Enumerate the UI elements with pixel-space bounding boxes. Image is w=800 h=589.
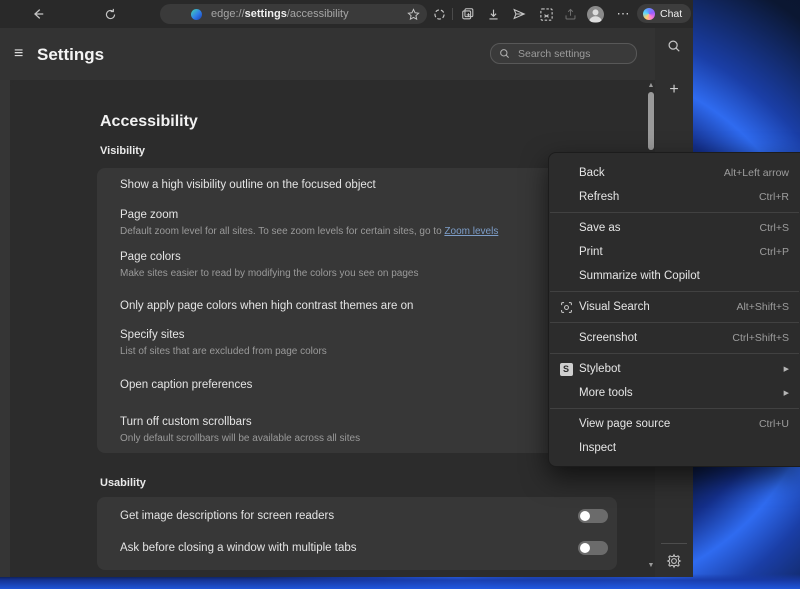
browser-essentials-button[interactable] <box>427 0 451 28</box>
downloads-button[interactable] <box>481 0 505 28</box>
send-button[interactable] <box>507 0 531 28</box>
setting-row-specify-sites[interactable]: Specify sites List of sites that are exc… <box>120 328 601 358</box>
more-icon: ⋯ <box>616 6 630 21</box>
menu-item-view-page-source[interactable]: View page source Ctrl+U <box>549 412 800 436</box>
section-heading-usability: Usability <box>100 477 146 489</box>
nav-edge-strip <box>0 80 10 577</box>
edge-logo-icon <box>191 8 202 20</box>
share-button[interactable] <box>558 0 582 28</box>
setting-row-custom-scrollbars[interactable]: Turn off custom scrollbars Only default … <box>120 415 601 445</box>
setting-row-page-zoom[interactable]: Page zoom Default zoom level for all sit… <box>120 208 601 238</box>
screen: edge://settings/accessibility ⋯ Chat ≡ S… <box>0 0 800 589</box>
menu-item-more-tools[interactable]: More tools ▶ <box>549 381 800 405</box>
menu-item-stylebot[interactable]: S Stylebot ▶ <box>549 357 800 381</box>
ask-before-closing-toggle[interactable] <box>578 541 608 555</box>
chat-label: Chat <box>660 7 683 20</box>
usability-card: Get image descriptions for screen reader… <box>97 497 617 570</box>
sidebar-add-button[interactable]: + <box>655 80 693 100</box>
collections-button[interactable] <box>456 0 480 28</box>
visibility-card: Show a high visibility outline on the fo… <box>97 168 617 453</box>
section-heading-visibility: Visibility <box>100 145 146 157</box>
sidebar-divider <box>661 543 687 544</box>
settings-and-more-button[interactable]: ⋯ <box>612 0 634 28</box>
submenu-arrow-icon: ▶ <box>783 390 789 397</box>
stylebot-icon: S <box>557 357 575 381</box>
settings-search-input[interactable] <box>516 46 628 61</box>
settings-header: ≡ Settings <box>0 28 655 80</box>
menu-item-summarize-with-copilot[interactable]: Summarize with Copilot <box>549 264 800 288</box>
refresh-icon <box>105 8 115 19</box>
person-icon <box>589 9 602 22</box>
menu-separator <box>550 408 799 409</box>
scrollbar-thumb[interactable] <box>648 92 654 150</box>
collections-icon <box>462 8 474 20</box>
menu-item-print[interactable]: Print Ctrl+P <box>549 240 800 264</box>
browser-essentials-icon <box>433 8 445 20</box>
menu-item-inspect[interactable]: Inspect <box>549 436 800 460</box>
toolbar-divider <box>452 8 453 20</box>
settings-search-box[interactable] <box>490 43 637 64</box>
menu-separator <box>550 291 799 292</box>
setting-row-image-descriptions[interactable]: Get image descriptions for screen reader… <box>120 509 601 523</box>
menu-item-refresh[interactable]: Refresh Ctrl+R <box>549 185 800 209</box>
profile-avatar[interactable] <box>587 6 604 23</box>
downloads-icon <box>488 9 498 20</box>
favorites-star-icon[interactable] <box>407 7 420 21</box>
menu-item-screenshot[interactable]: Screenshot Ctrl+Shift+S <box>549 326 800 350</box>
page-title: Accessibility <box>100 113 198 130</box>
menu-item-save-as[interactable]: Save as Ctrl+S <box>549 216 800 240</box>
back-button[interactable] <box>26 0 50 28</box>
setting-row-page-colors[interactable]: Page colors Make sites easier to read by… <box>120 250 601 280</box>
chat-button[interactable]: Chat <box>637 4 692 23</box>
menu-separator <box>550 212 799 213</box>
gear-icon <box>666 553 682 569</box>
sidebar-settings-button[interactable] <box>655 551 693 571</box>
setting-row-high-contrast-colors[interactable]: Only apply page colors when high contras… <box>120 299 601 313</box>
web-capture-button[interactable] <box>534 0 558 28</box>
send-icon <box>513 8 526 20</box>
hamburger-menu-button[interactable]: ≡ <box>14 44 23 64</box>
menu-item-back[interactable]: Back Alt+Left arrow <box>549 161 800 185</box>
address-bar[interactable]: edge://settings/accessibility <box>160 4 427 24</box>
back-arrow-icon <box>34 9 44 19</box>
browser-toolbar: edge://settings/accessibility ⋯ Chat <box>0 0 693 28</box>
submenu-arrow-icon: ▶ <box>783 366 789 373</box>
copilot-logo-icon <box>643 7 655 20</box>
refresh-button[interactable] <box>98 0 122 28</box>
setting-row-caption-preferences[interactable]: Open caption preferences <box>120 378 601 392</box>
menu-separator <box>550 322 799 323</box>
setting-row-ask-before-closing[interactable]: Ask before closing a window with multipl… <box>120 541 601 555</box>
plus-icon: + <box>669 81 679 98</box>
visual-search-icon <box>557 295 575 319</box>
zoom-levels-link[interactable]: Zoom levels <box>444 226 498 237</box>
menu-item-visual-search[interactable]: Visual Search Alt+Shift+S <box>549 295 800 319</box>
address-url: edge://settings/accessibility <box>211 8 349 20</box>
search-icon <box>500 49 509 58</box>
context-menu: Back Alt+Left arrow Refresh Ctrl+R Save … <box>548 152 800 467</box>
menu-separator <box>550 353 799 354</box>
web-capture-icon <box>539 7 553 21</box>
setting-row-high-visibility-outline[interactable]: Show a high visibility outline on the fo… <box>120 178 601 192</box>
settings-title: Settings <box>37 45 105 64</box>
image-descriptions-toggle[interactable] <box>578 509 608 523</box>
search-icon <box>668 40 680 52</box>
sidebar-search-button[interactable] <box>655 36 693 56</box>
share-icon <box>565 8 575 19</box>
